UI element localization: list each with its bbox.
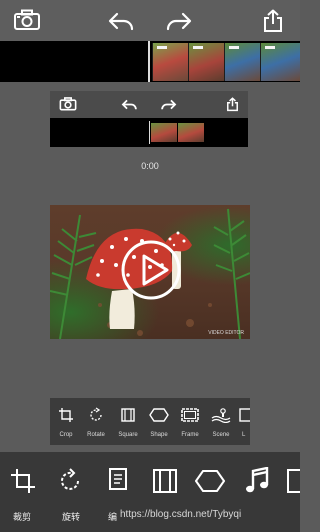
timeline-thumbnail bbox=[178, 123, 204, 142]
undo-icon bbox=[120, 96, 140, 112]
crop-icon bbox=[51, 406, 81, 424]
timeline-thumbnail bbox=[151, 123, 177, 142]
nested-toolbar bbox=[50, 91, 248, 118]
more-icon bbox=[238, 406, 250, 424]
tool-label: Scene bbox=[212, 432, 230, 438]
timeline-thumbnail[interactable] bbox=[224, 43, 260, 81]
square-icon bbox=[113, 406, 143, 424]
play-icon[interactable] bbox=[118, 237, 184, 303]
camera-icon[interactable] bbox=[12, 8, 42, 32]
share-icon[interactable] bbox=[260, 8, 286, 34]
more-icon[interactable] bbox=[284, 466, 300, 496]
redo-icon[interactable] bbox=[162, 9, 194, 33]
music-icon[interactable] bbox=[240, 466, 274, 496]
photo-watermark: VIDEO EDITOR bbox=[208, 330, 244, 336]
rotate-icon[interactable] bbox=[53, 466, 87, 496]
top-toolbar bbox=[0, 0, 300, 41]
camera-icon bbox=[58, 96, 78, 112]
tool-more[interactable]: L bbox=[238, 398, 250, 445]
frame-icon bbox=[175, 406, 205, 424]
csdn-watermark: https://blog.csdn.net/Tybyqi bbox=[120, 509, 242, 520]
timeline-thumbnail[interactable] bbox=[260, 43, 300, 81]
tool-scene[interactable]: Scene bbox=[206, 398, 236, 445]
rotate-label: 旋转 bbox=[62, 512, 81, 522]
timeline-thumbnail[interactable] bbox=[152, 43, 188, 81]
crop-label: 裁剪 bbox=[13, 512, 32, 522]
playhead bbox=[149, 121, 150, 144]
frame-icon[interactable] bbox=[148, 466, 182, 496]
redo-icon bbox=[158, 96, 178, 112]
shape-icon[interactable] bbox=[193, 466, 227, 496]
time-display: 0:00 bbox=[141, 161, 159, 171]
playhead[interactable] bbox=[148, 41, 150, 82]
third-label: 编 bbox=[108, 512, 118, 522]
crop-icon[interactable] bbox=[6, 466, 40, 496]
shape-icon bbox=[144, 406, 174, 424]
rotate-icon bbox=[81, 406, 111, 424]
square-icon[interactable] bbox=[101, 466, 135, 496]
share-icon bbox=[224, 95, 240, 113]
scene-icon bbox=[206, 406, 236, 424]
undo-icon[interactable] bbox=[106, 9, 138, 33]
tool-label: L bbox=[242, 432, 246, 438]
timeline-thumbnail[interactable] bbox=[188, 43, 224, 81]
